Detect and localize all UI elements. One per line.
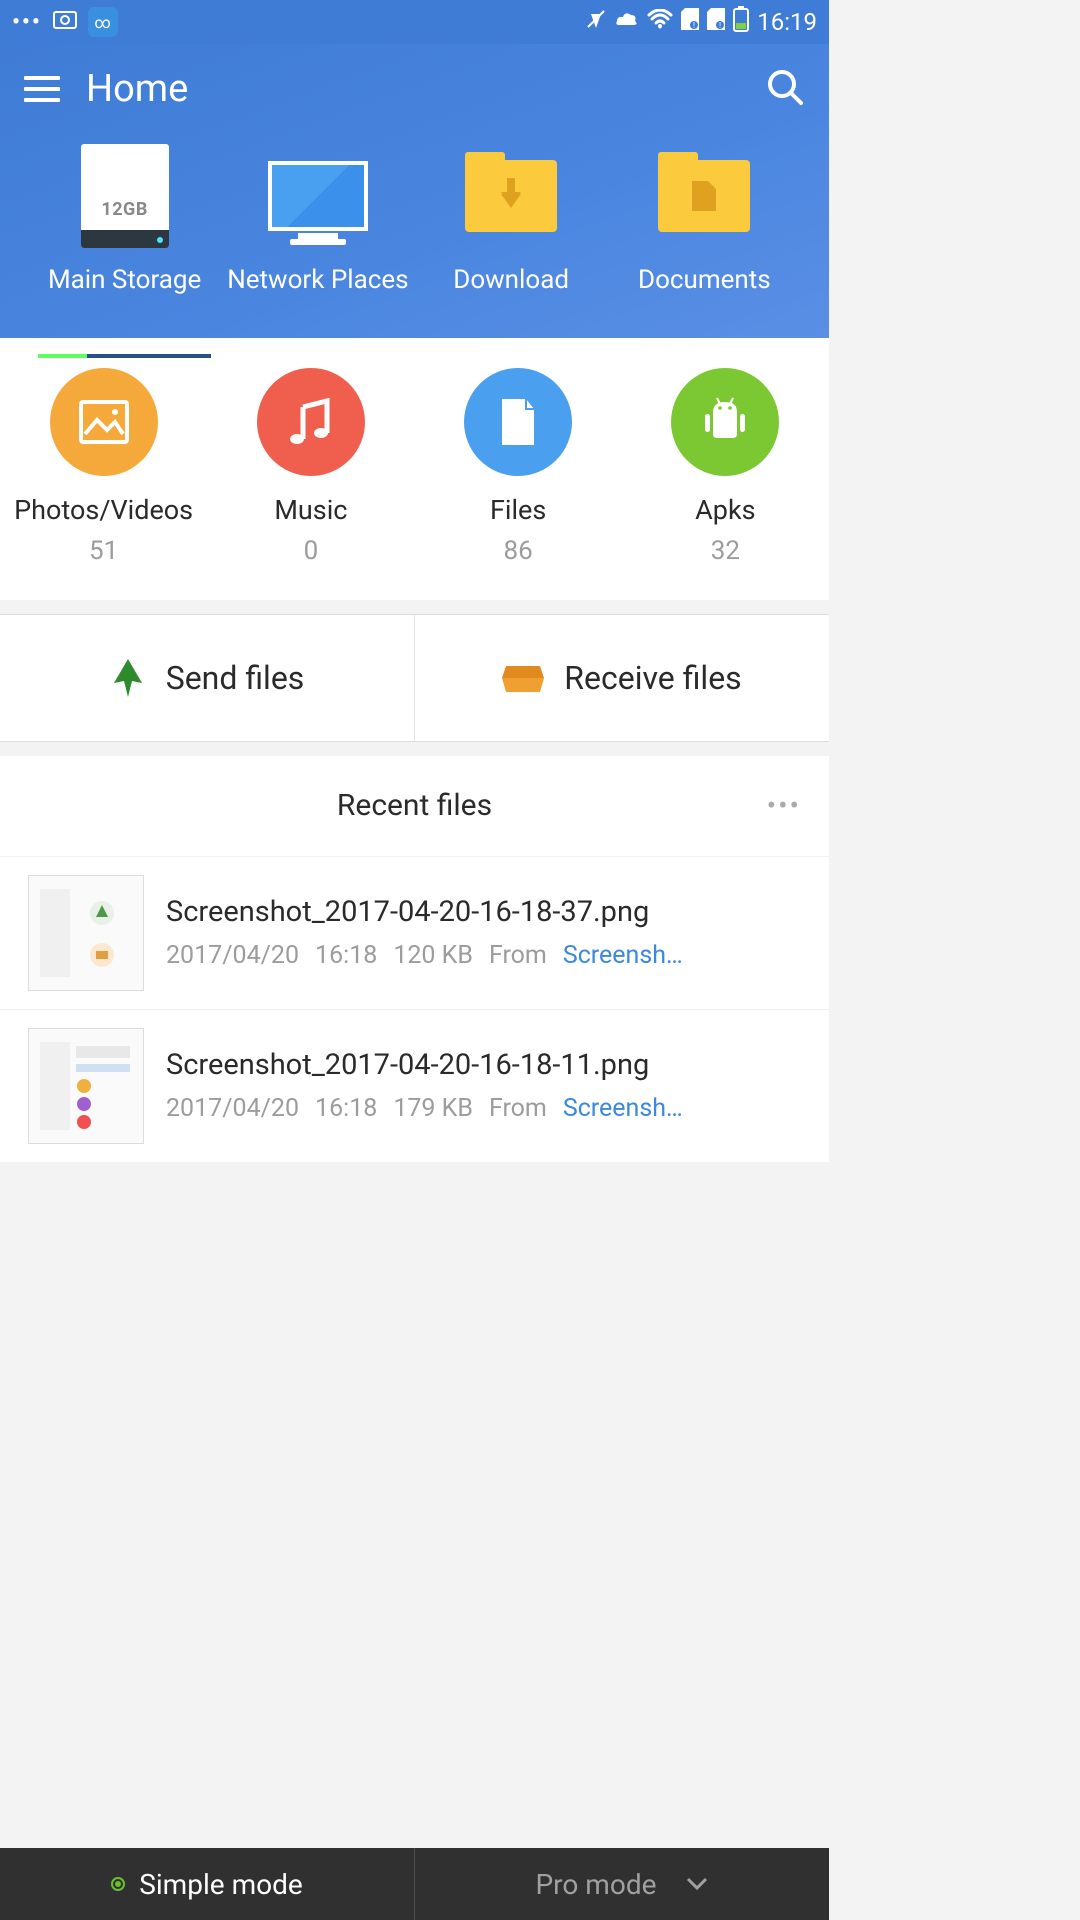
status-time: 16:19 bbox=[757, 8, 817, 36]
storage-label: Network Places bbox=[227, 264, 408, 298]
category-music[interactable]: Music 0 bbox=[207, 368, 414, 566]
storage-label: Main Storage bbox=[48, 264, 201, 298]
transfer-row: Send files Receive files bbox=[0, 614, 829, 742]
file-row[interactable]: Screenshot_2017-04-20-16-18-11.png 2017/… bbox=[0, 1009, 829, 1162]
svg-text:!: ! bbox=[719, 21, 721, 30]
search-icon[interactable] bbox=[765, 67, 805, 111]
more-icon[interactable]: ••• bbox=[767, 789, 801, 822]
status-dots-icon: ••• bbox=[12, 10, 42, 35]
file-name: Screenshot_2017-04-20-16-18-11.png bbox=[166, 1048, 801, 1082]
header: Home 12GB Main Storage Network Plac bbox=[0, 44, 829, 338]
folder-download-icon bbox=[465, 160, 557, 232]
page-title: Home bbox=[86, 67, 765, 111]
chevron-down-icon bbox=[686, 1877, 708, 1891]
category-row: Photos/Videos 51 Music 0 Files 86 Apks 3… bbox=[0, 338, 829, 600]
menu-icon[interactable] bbox=[24, 76, 60, 102]
file-name: Screenshot_2017-04-20-16-18-37.png bbox=[166, 895, 801, 929]
storage-item-documents[interactable]: Documents bbox=[608, 146, 801, 298]
hdd-icon: 12GB bbox=[81, 144, 169, 248]
status-bar: ••• ∞ ! ! 16:19 bbox=[0, 0, 829, 44]
file-thumbnail bbox=[28, 875, 144, 991]
mute-icon bbox=[585, 8, 607, 36]
storage-item-network[interactable]: Network Places bbox=[221, 146, 414, 298]
sim2-icon: ! bbox=[707, 8, 725, 36]
cloud-icon bbox=[615, 10, 639, 35]
receive-icon bbox=[502, 662, 544, 694]
category-files[interactable]: Files 86 bbox=[415, 368, 622, 566]
file-meta: 2017/04/20 16:18 179 KB From Screensh… bbox=[166, 1094, 801, 1123]
music-icon bbox=[257, 368, 365, 476]
monitor-icon bbox=[268, 161, 368, 231]
category-label: Photos/Videos bbox=[14, 494, 193, 526]
file-source[interactable]: Screensh… bbox=[563, 1094, 683, 1123]
category-photos[interactable]: Photos/Videos 51 bbox=[0, 368, 207, 566]
category-count: 32 bbox=[711, 536, 740, 566]
sim1-icon: ! bbox=[681, 8, 699, 36]
receive-files-button[interactable]: Receive files bbox=[414, 615, 829, 741]
category-count: 0 bbox=[304, 536, 319, 566]
file-thumbnail bbox=[28, 1028, 144, 1144]
file-source[interactable]: Screensh… bbox=[563, 941, 683, 970]
active-dot-icon bbox=[111, 1877, 125, 1891]
camera-icon bbox=[52, 8, 78, 36]
send-files-button[interactable]: Send files bbox=[0, 615, 414, 741]
storage-label: Download bbox=[453, 264, 569, 298]
battery-icon bbox=[733, 6, 749, 38]
storage-label: Documents bbox=[638, 264, 771, 298]
pro-mode-button[interactable]: Pro mode bbox=[414, 1848, 829, 1920]
category-count: 51 bbox=[89, 536, 118, 566]
wifi-icon bbox=[647, 9, 673, 35]
android-icon bbox=[671, 368, 779, 476]
category-apks[interactable]: Apks 32 bbox=[622, 368, 829, 566]
category-label: Music bbox=[274, 494, 347, 526]
storage-item-download[interactable]: Download bbox=[415, 146, 608, 298]
folder-documents-icon bbox=[658, 160, 750, 232]
app-icon: ∞ bbox=[88, 7, 118, 37]
recent-title: Recent files bbox=[337, 788, 492, 823]
file-meta: 2017/04/20 16:18 120 KB From Screensh… bbox=[166, 941, 801, 970]
category-label: Files bbox=[490, 494, 546, 526]
file-row[interactable]: Screenshot_2017-04-20-16-18-37.png 2017/… bbox=[0, 856, 829, 1009]
recent-files-section: Recent files ••• Screenshot_2017-04-20-1… bbox=[0, 756, 829, 1162]
svg-text:!: ! bbox=[693, 21, 695, 30]
category-count: 86 bbox=[504, 536, 533, 566]
photo-icon bbox=[50, 368, 158, 476]
file-icon bbox=[464, 368, 572, 476]
send-icon bbox=[110, 657, 146, 699]
simple-mode-button[interactable]: Simple mode bbox=[0, 1848, 414, 1920]
storage-progress bbox=[38, 354, 211, 358]
storage-item-main[interactable]: 12GB Main Storage bbox=[28, 146, 221, 298]
bottom-bar: Simple mode Pro mode bbox=[0, 1848, 829, 1920]
category-label: Apks bbox=[695, 494, 755, 526]
